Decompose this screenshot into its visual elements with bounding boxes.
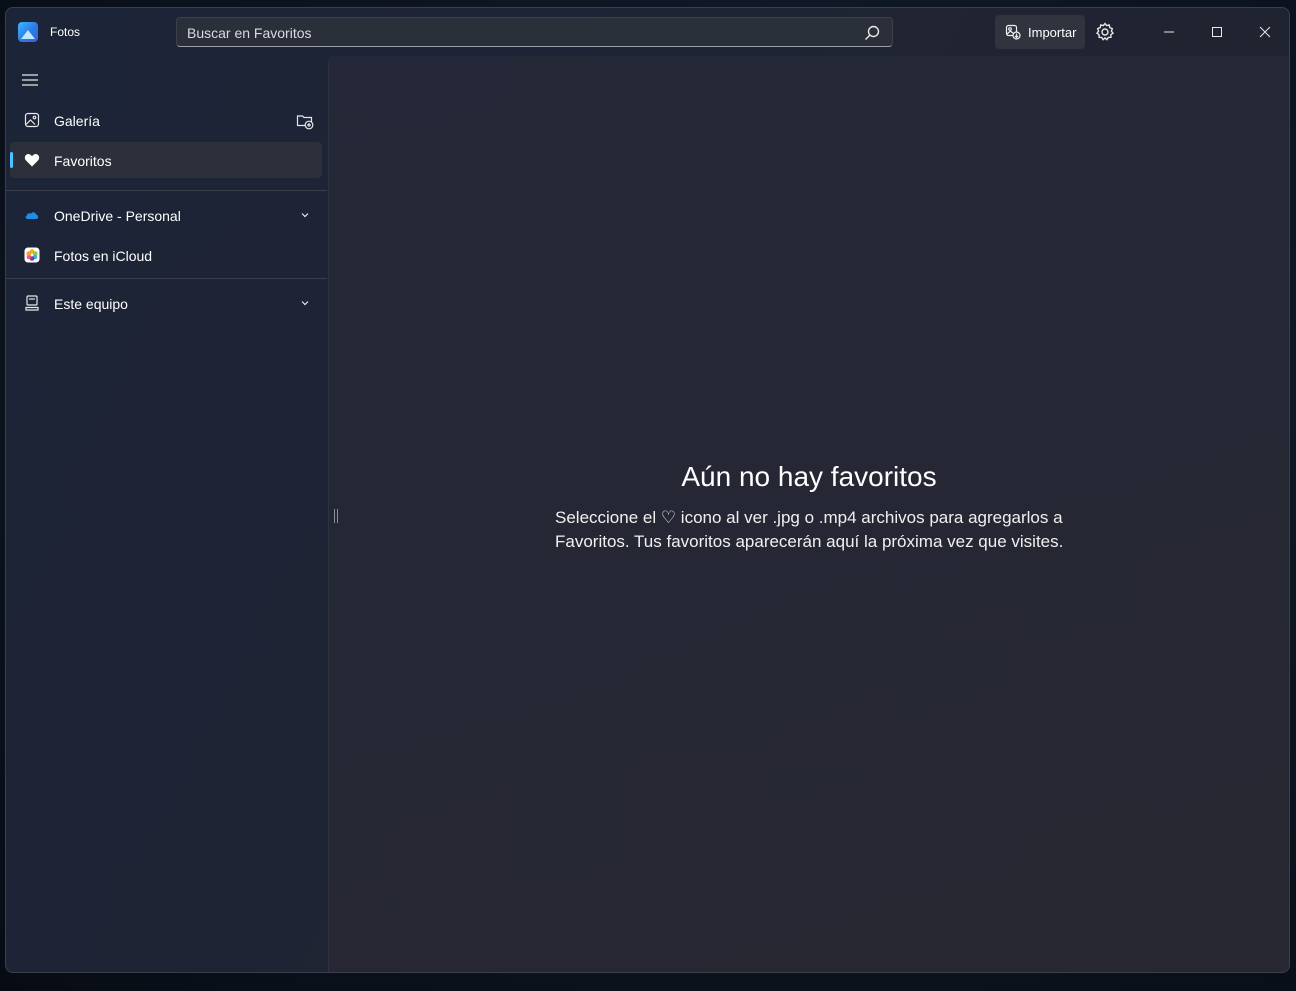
sidebar-divider: [6, 278, 327, 279]
maximize-icon: [1212, 27, 1222, 37]
hamburger-menu-icon[interactable]: [20, 72, 40, 88]
chevron-down-icon[interactable]: [300, 210, 310, 220]
settings-gear-icon[interactable]: [1094, 21, 1116, 43]
sidebar-item-favorites[interactable]: Favoritos: [10, 142, 322, 178]
minimize-icon: [1164, 31, 1174, 33]
search-input[interactable]: Buscar en Favoritos: [187, 25, 312, 41]
heart-icon: [24, 153, 40, 167]
main-content: Aún no hay favoritos Seleccione el ♡ ico…: [328, 56, 1289, 972]
maximize-button[interactable]: [1194, 18, 1240, 46]
app-title: Fotos: [50, 25, 81, 39]
photos-app-icon: [18, 22, 38, 42]
sidebar-item-label: Este equipo: [54, 296, 128, 312]
title-bar[interactable]: Fotos Buscar en Favoritos Importar: [6, 8, 1289, 56]
minimize-button[interactable]: [1146, 18, 1192, 46]
import-label: Importar: [1028, 25, 1077, 40]
empty-state-description: Seleccione el ♡ icono al ver .jpg o .mp4…: [555, 508, 1064, 551]
pane-resize-handle[interactable]: [334, 509, 338, 523]
icloud-photos-icon: [24, 247, 40, 263]
sidebar-item-label: Fotos en iCloud: [54, 248, 153, 264]
sidebar-item-label: Favoritos: [54, 153, 112, 169]
onedrive-icon: [25, 212, 39, 219]
import-button[interactable]: Importar: [995, 15, 1085, 49]
empty-state-title: Aún no hay favoritos: [681, 461, 937, 492]
computer-icon: [25, 295, 39, 311]
gallery-icon: [24, 112, 40, 128]
import-icon: [1005, 24, 1021, 40]
close-button[interactable]: [1242, 18, 1288, 46]
selection-indicator: [10, 152, 13, 168]
sidebar-item-onedrive[interactable]: OneDrive - Personal: [10, 197, 322, 233]
sidebar-item-icloud[interactable]: Fotos en iCloud: [10, 237, 322, 273]
sidebar-item-this-pc[interactable]: Este equipo: [10, 285, 322, 321]
sidebar-divider: [6, 190, 327, 191]
sidebar-item-label: Galería: [54, 113, 100, 129]
add-folder-icon[interactable]: [296, 112, 314, 130]
search-icon[interactable]: [864, 25, 880, 41]
photos-window: Fotos Buscar en Favoritos Importar Galer…: [5, 7, 1290, 973]
sidebar-item-gallery[interactable]: Galería: [10, 102, 322, 138]
close-icon: [1259, 26, 1271, 38]
search-box[interactable]: Buscar en Favoritos: [176, 17, 893, 47]
sidebar: Galería Favoritos OneDrive - Personal Fo…: [6, 56, 327, 972]
sidebar-item-label: OneDrive - Personal: [54, 208, 181, 224]
chevron-down-icon[interactable]: [300, 298, 310, 308]
